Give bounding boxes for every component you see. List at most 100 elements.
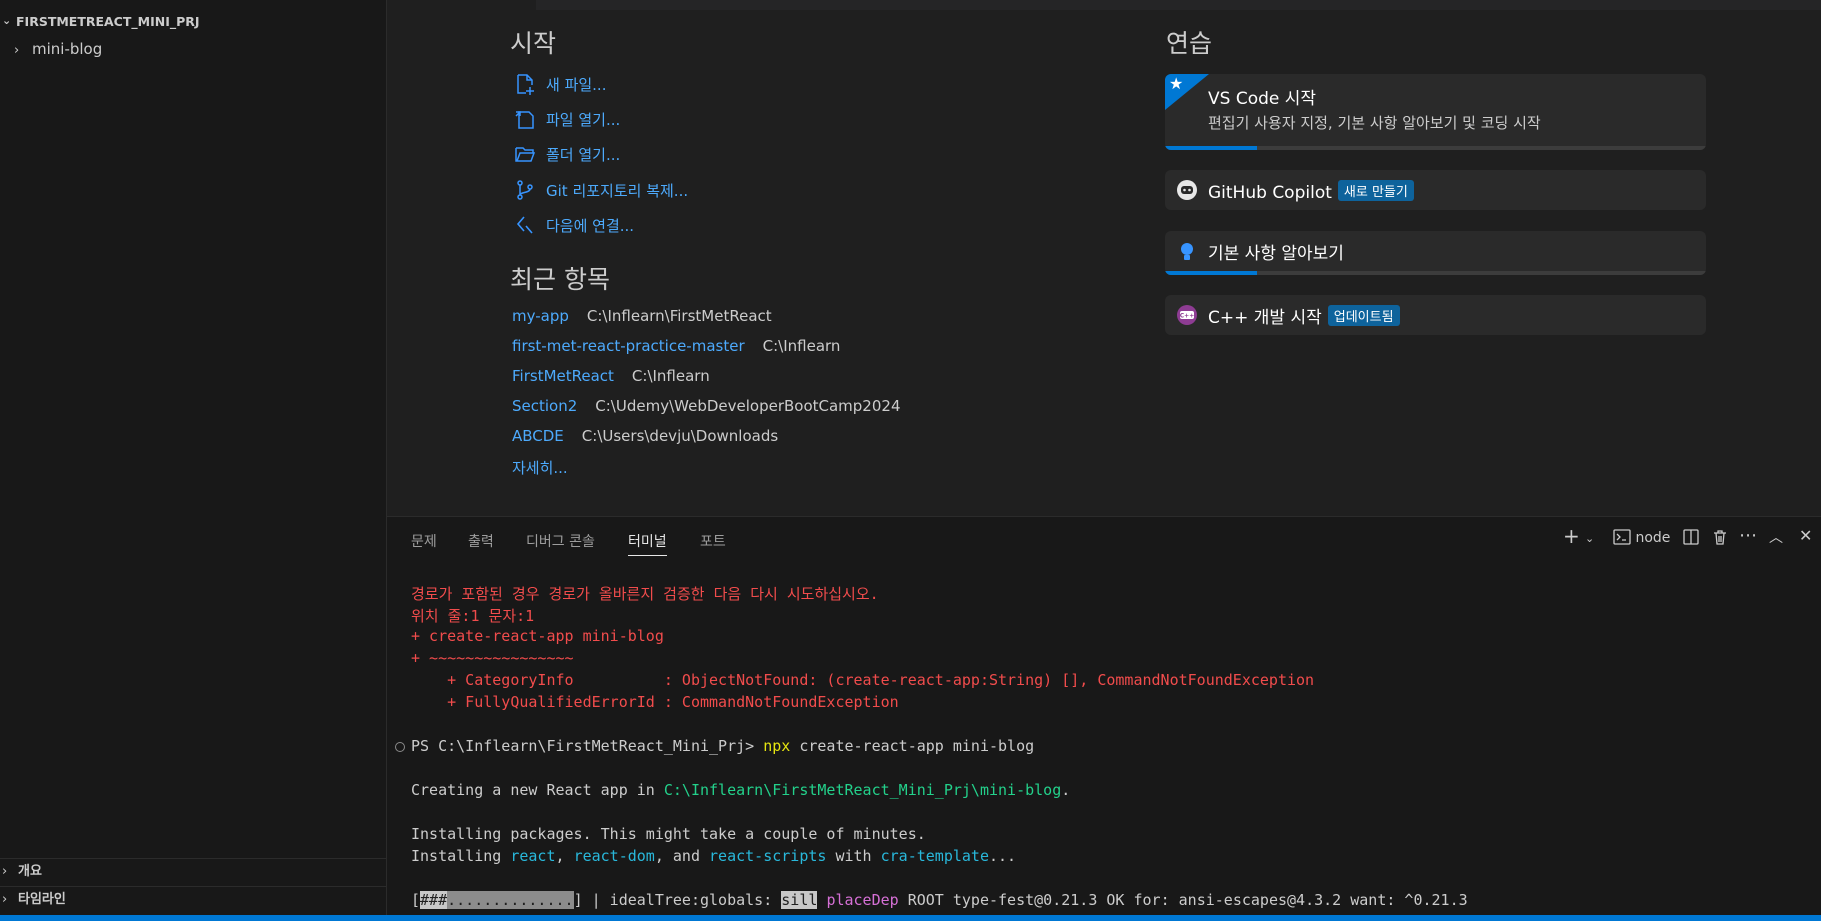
walkthrough-title-cpp: C++ 개발 시작 업데이트됨: [1208, 303, 1400, 328]
tab-debug-console[interactable]: 디버그 콘솔: [526, 531, 595, 551]
output-path: C:\Inflearn\FirstMetReact_Mini_Prj\mini-…: [663, 781, 1062, 799]
open-file-icon: [512, 107, 538, 131]
walkthrough-card-vscode[interactable]: ★ VS Code 시작 편집기 사용자 지정, 기본 사항 알아보기 및 코딩…: [1165, 74, 1706, 150]
walkthrough-card-cpp[interactable]: C++ C++ 개발 시작 업데이트됨: [1165, 295, 1706, 335]
recent-item-name[interactable]: first-met-react-practice-master: [512, 337, 745, 355]
new-terminal-plus-icon[interactable]: +: [1563, 524, 1580, 548]
walkthrough-card-copilot[interactable]: GitHub Copilot 새로 만들기: [1165, 170, 1706, 210]
section-timeline-label: 타임라인: [18, 892, 66, 907]
open-folder-label: 폴더 열기...: [546, 145, 621, 164]
close-panel-icon[interactable]: ✕: [1799, 526, 1812, 545]
chevron-right-icon: ›: [2, 892, 8, 907]
clone-repo-label: Git 리포지토리 복제...: [546, 181, 689, 200]
package-name: react-dom: [573, 847, 655, 865]
walkthrough-title-copilot: GitHub Copilot 새로 만들기: [1208, 180, 1414, 203]
maximize-panel-chevron-up-icon[interactable]: ︿: [1769, 527, 1783, 547]
terminal-error-line: + create-react-app mini-blog: [411, 627, 664, 645]
progress-fill: [1165, 271, 1257, 275]
recent-item-name[interactable]: my-app: [512, 307, 569, 325]
new-file-label: 새 파일...: [546, 75, 607, 94]
tree-item-mini-blog[interactable]: › mini-blog: [14, 40, 102, 58]
new-badge: 새로 만들기: [1337, 180, 1414, 201]
log-event: placeDep: [826, 891, 899, 909]
explorer-root-folder[interactable]: ⌄ FIRSTMETREACT_MINI_PRJ: [2, 14, 200, 29]
recent-item-path: C:\Inflearn: [762, 337, 841, 355]
recent-item: first-met-react-practice-master C:\Inflea…: [512, 337, 840, 355]
chevron-right-icon: ›: [2, 864, 8, 879]
bottom-panel: 문제 출력 디버그 콘솔 터미널 포트 + ⌄ node ⋯ ︿ ✕ 경로가 포…: [387, 516, 1821, 916]
updated-badge: 업데이트됨: [1327, 305, 1400, 326]
output-text: Installing: [411, 847, 511, 865]
terminal-prompt-line: PS C:\Inflearn\FirstMetReact_Mini_Prj> n…: [411, 737, 1034, 755]
terminal-error-line: 위치 줄:1 문자:1: [411, 607, 535, 625]
walkthrough-title: VS Code 시작: [1208, 89, 1317, 109]
open-file-label: 파일 열기...: [546, 110, 621, 129]
walkthrough-title: C++ 개발 시작: [1208, 308, 1322, 328]
open-file-link[interactable]: 파일 열기...: [512, 106, 620, 132]
chevron-down-icon[interactable]: ⌄: [1585, 532, 1594, 545]
terminal-output-line: Installing packages. This might take a c…: [411, 825, 926, 843]
progress-remaining: ..............: [447, 891, 574, 909]
walkthrough-title: 기본 사항 알아보기: [1208, 244, 1344, 264]
new-file-link[interactable]: 새 파일...: [512, 71, 606, 97]
package-name: react-scripts: [709, 847, 827, 865]
walkthrough-description: 편집기 사용자 지정, 기본 사항 알아보기 및 코딩 시작: [1208, 114, 1541, 132]
terminal-output-line: Installing react, react-dom, and react-s…: [411, 847, 1016, 865]
section-timeline[interactable]: › 타임라인: [0, 886, 386, 913]
recent-item-path: C:\Inflearn: [631, 367, 710, 385]
output-text: with: [826, 847, 881, 865]
tab-terminal[interactable]: 터미널: [628, 531, 667, 556]
terminal-name: node: [1635, 530, 1671, 546]
split-terminal-icon[interactable]: [1683, 529, 1699, 549]
progress-fill: [1165, 146, 1257, 150]
tab-output[interactable]: 출력: [468, 531, 494, 551]
copilot-icon: [1175, 178, 1199, 202]
svg-text:C++: C++: [1180, 313, 1194, 320]
section-outline[interactable]: › 개요: [0, 858, 386, 885]
tab-problems[interactable]: 문제: [411, 531, 437, 551]
clone-repo-link[interactable]: Git 리포지토리 복제...: [512, 177, 688, 203]
command-decoration-icon[interactable]: [395, 742, 405, 752]
output-text: Creating a new React app in: [411, 781, 664, 799]
remote-connect-icon: [512, 213, 538, 237]
git-branch-icon: [512, 178, 538, 202]
recent-item: FirstMetReact C:\Inflearn: [512, 367, 710, 385]
log-level-badge: sill: [781, 891, 818, 909]
terminal-icon: [1613, 529, 1631, 545]
connect-to-link[interactable]: 다음에 연결...: [512, 212, 634, 238]
command-npx: npx: [763, 737, 791, 755]
output-text: ...: [989, 847, 1017, 865]
open-folder-icon: [512, 142, 538, 166]
star-icon: ★: [1169, 74, 1184, 93]
terminal-selector[interactable]: node: [1613, 529, 1670, 546]
recent-heading: 최근 항목: [510, 265, 610, 294]
recent-item: ABCDE C:\Users\devju\Downloads: [512, 427, 778, 445]
root-folder-label: FIRSTMETREACT_MINI_PRJ: [16, 14, 200, 29]
recent-item: my-app C:\Inflearn\FirstMetReact: [512, 307, 772, 325]
command-args: create-react-app mini-blog: [790, 737, 1035, 755]
more-recent-link[interactable]: 자세히...: [512, 457, 568, 478]
recent-item-path: C:\Udemy\WebDeveloperBootCamp2024: [595, 397, 901, 415]
recent-item-name[interactable]: ABCDE: [512, 427, 564, 445]
more-actions-icon[interactable]: ⋯: [1739, 525, 1757, 546]
walkthrough-title: GitHub Copilot: [1208, 183, 1332, 203]
start-heading: 시작: [510, 29, 557, 58]
recent-item: Section2 C:\Udemy\WebDeveloperBootCamp202…: [512, 397, 900, 415]
kill-terminal-trash-icon[interactable]: [1712, 529, 1728, 549]
package-name: react: [510, 847, 556, 865]
package-name: cra-template: [880, 847, 989, 865]
walkthrough-card-basics[interactable]: 기본 사항 알아보기: [1165, 231, 1706, 275]
tree-item-label: mini-blog: [32, 40, 103, 58]
terminal-error-line: 경로가 포함된 경우 경로가 올바른지 검증한 다음 다시 시도하십시오.: [411, 585, 879, 603]
open-folder-link[interactable]: 폴더 열기...: [512, 141, 620, 167]
output-text: .: [1061, 781, 1071, 799]
terminal-error-line: + CategoryInfo : ObjectNotFound: (create…: [411, 671, 1315, 689]
recent-item-name[interactable]: Section2: [512, 397, 577, 415]
lightbulb-icon: [1175, 240, 1199, 264]
section-outline-label: 개요: [18, 864, 42, 879]
recent-item-name[interactable]: FirstMetReact: [512, 367, 614, 385]
tab-ports[interactable]: 포트: [700, 531, 726, 551]
status-bar: [0, 915, 1821, 921]
chevron-down-icon: ⌄: [2, 14, 12, 27]
progress-status: ] | idealTree:globals:: [573, 891, 782, 909]
